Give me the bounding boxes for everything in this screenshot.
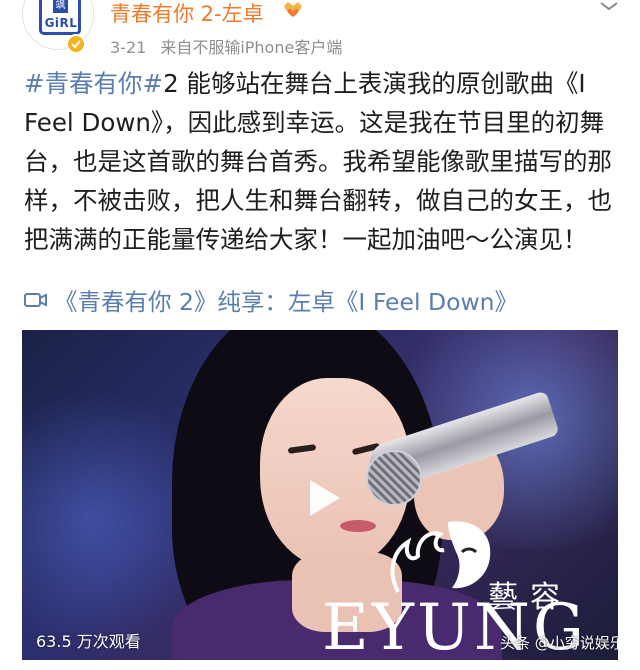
logo-mark: 飒	[53, 0, 68, 13]
source-watermark: 头条 @小穷说娱乐	[500, 634, 618, 652]
crown-heart-icon	[284, 2, 302, 17]
girl-logo: 飒 GiRL	[39, 0, 81, 35]
video-link[interactable]: 《青春有你 2》纯享：左卓《I Feel Down》	[24, 282, 518, 318]
microphone-head	[366, 450, 422, 506]
video-link-text: 《青春有你 2》纯享：左卓《I Feel Down》	[54, 288, 519, 316]
play-icon[interactable]	[294, 470, 350, 526]
author-name[interactable]: 青春有你 2-左卓	[110, 0, 264, 28]
topic-hashtag-link[interactable]: #青春有你#	[24, 69, 163, 98]
logo-text: GiRL	[44, 16, 78, 30]
post-date: 3-21	[110, 38, 147, 57]
verified-badge-icon	[66, 34, 86, 54]
post-source: 来自不服输iPhone客户端	[160, 38, 343, 57]
view-count: 63.5 万次观看	[36, 632, 141, 651]
post-meta: 3-21 来自不服输iPhone客户端	[110, 34, 342, 58]
video-camera-icon	[24, 293, 47, 307]
post-body: #青春有你#2 能够站在舞台上表演我的原创歌曲《I Feel Down》，因此感…	[24, 64, 624, 259]
video-player[interactable]: 藝容 EYUNG 63.5 万次观看 头条 @小穷说娱乐	[22, 330, 618, 660]
more-options-icon[interactable]	[598, 0, 620, 12]
